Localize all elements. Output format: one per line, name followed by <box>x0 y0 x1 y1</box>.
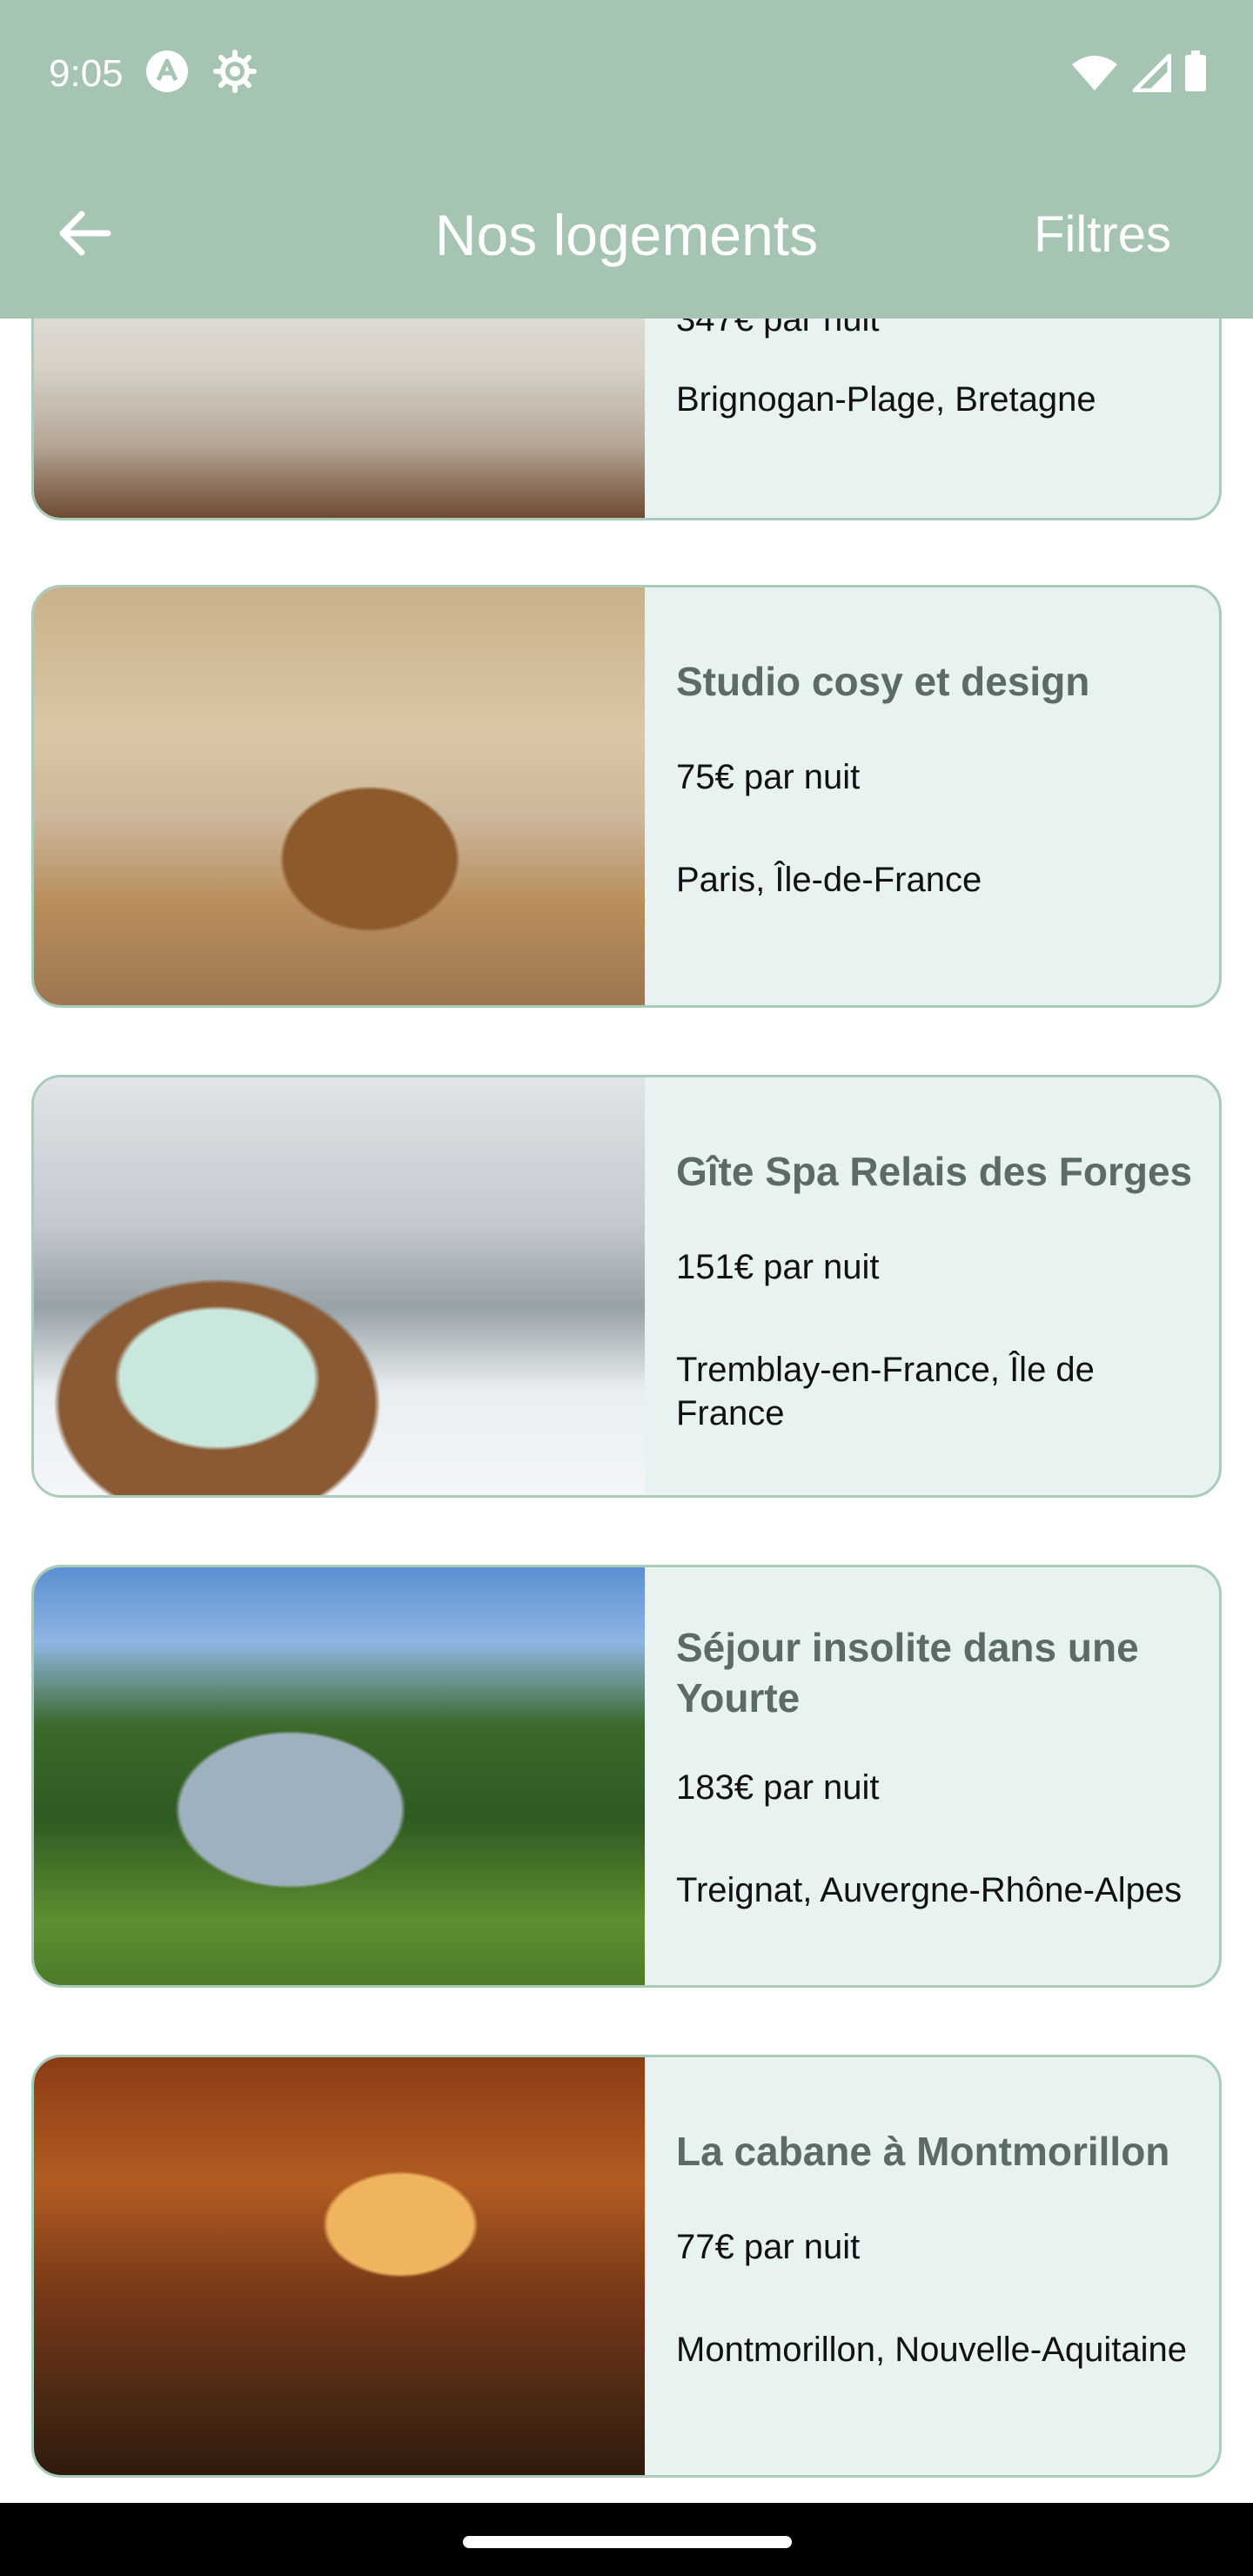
status-left-icons <box>144 49 258 94</box>
listing-location: Montmorillon, Nouvelle-Aquitaine <box>676 2330 1187 2369</box>
listing-info: La cabane à Montmorillon 77€ par nuit Mo… <box>645 2057 1219 2475</box>
battery-icon <box>1185 50 1206 91</box>
listing-card[interactable]: La cabane à Montmorillon 77€ par nuit Mo… <box>31 2055 1222 2478</box>
listing-title: Séjour insolite dans une Yourte <box>676 1625 1139 1721</box>
listing-price: 75€ par nuit <box>676 757 861 796</box>
system-nav-bar <box>0 2503 1253 2576</box>
app-notification-icon <box>146 50 188 92</box>
listing-location: Treignat, Auvergne-Rhône-Alpes <box>676 1871 1183 1909</box>
status-time: 9:05 <box>49 52 124 95</box>
listing-info: Studio cosy et design 75€ par nuit Paris… <box>645 587 1219 1005</box>
listing-photo <box>34 2057 645 2475</box>
listing-location: Brignogan-Plage, Bretagne <box>676 380 1096 419</box>
app-bar: 9:05 Nos logements Filtres <box>0 0 1253 319</box>
listing-photo <box>34 1567 645 1985</box>
listing-location: Tremblay-en-France, Île de France <box>676 1350 1095 1432</box>
listing-info: Séjour insolite dans une Yourte 183€ par… <box>645 1567 1219 1985</box>
listing-location: Paris, Île-de-France <box>676 860 982 899</box>
home-gesture-handle[interactable] <box>463 2536 792 2548</box>
gear-icon <box>213 50 257 93</box>
listing-photo <box>34 587 645 1005</box>
listing-card[interactable]: Studio cosy et design 75€ par nuit Paris… <box>31 585 1222 1008</box>
listing-price: 151€ par nuit <box>676 1247 880 1286</box>
listing-title: Gîte Spa Relais des Forges <box>676 1149 1193 1194</box>
listing-price: 183€ par nuit <box>676 1768 880 1807</box>
listing-info: Gîte Spa Relais des Forges 151€ par nuit… <box>645 1077 1219 1495</box>
screen: 347€ par nuit Brignogan-Plage, Bretagne … <box>0 0 1253 2576</box>
filters-button[interactable]: Filtres <box>1034 205 1171 264</box>
listing-card[interactable]: Séjour insolite dans une Yourte 183€ par… <box>31 1565 1222 1988</box>
listing-title: Studio cosy et design <box>676 659 1090 704</box>
listing-price: 77€ par nuit <box>676 2227 861 2266</box>
listing-photo <box>34 1077 645 1495</box>
signal-icon <box>1132 54 1171 92</box>
wifi-icon <box>1072 56 1117 91</box>
status-right-icons <box>1070 50 1208 92</box>
listing-card[interactable]: Gîte Spa Relais des Forges 151€ par nuit… <box>31 1075 1222 1498</box>
listing-title: La cabane à Montmorillon <box>676 2129 1170 2174</box>
listing-list[interactable]: 347€ par nuit Brignogan-Plage, Bretagne … <box>0 0 1253 2576</box>
